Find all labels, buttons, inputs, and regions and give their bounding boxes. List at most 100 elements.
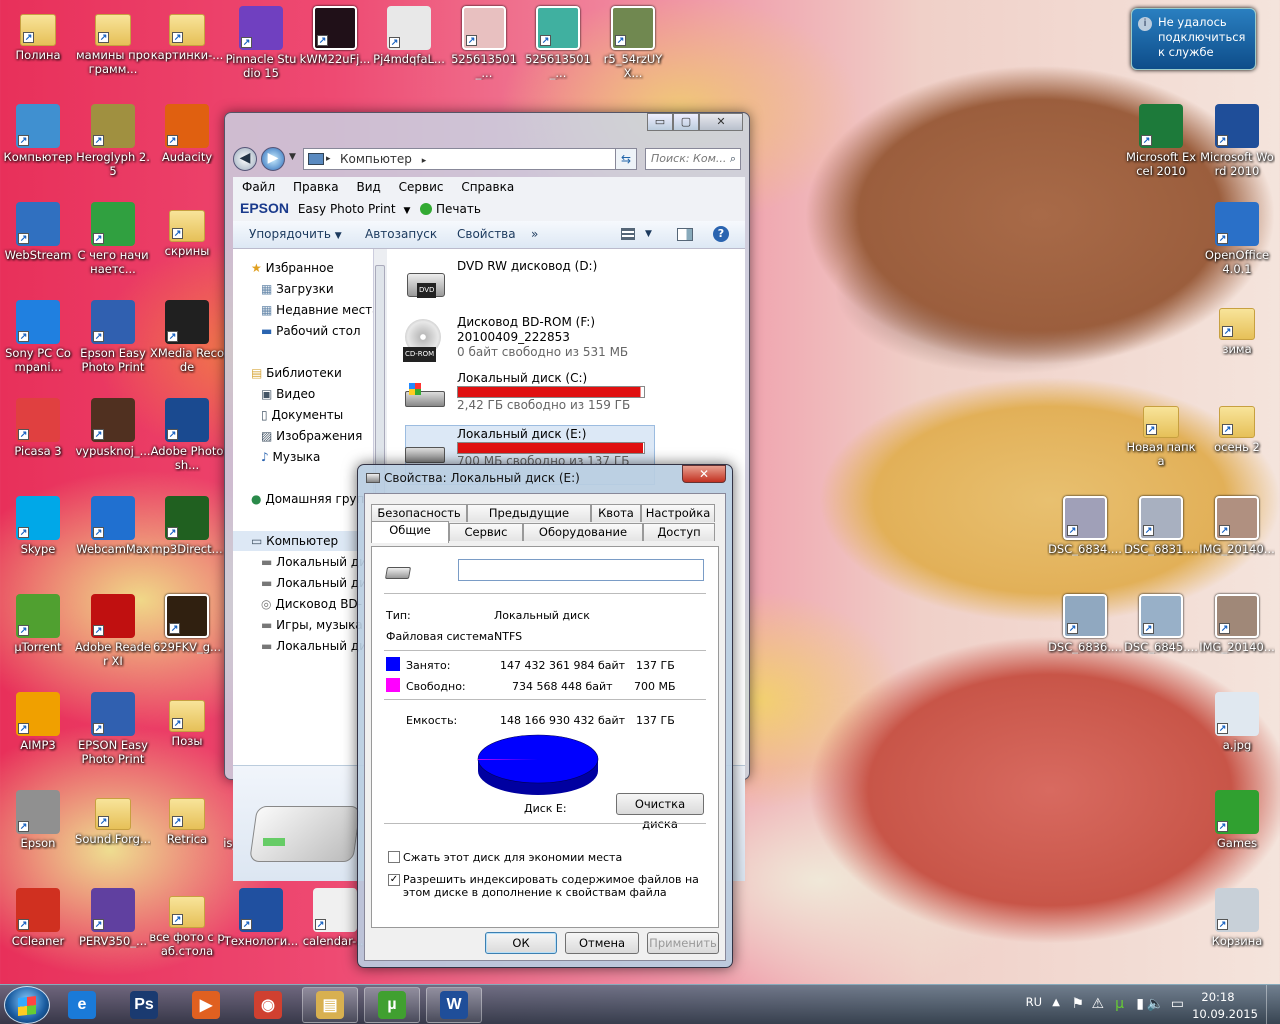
maximize-button[interactable]: ▢ xyxy=(673,113,699,131)
desktop-icon-item[interactable]: ↗ a.jpg xyxy=(1199,692,1275,752)
desktop-icon-item[interactable]: ↗ 525613501_... xyxy=(520,6,596,80)
desktop-icon-item[interactable]: ↗ Adobe Photosh... xyxy=(149,398,225,472)
back-button[interactable]: ◀ xyxy=(233,147,257,171)
breadcrumb-arrow[interactable]: ▸ xyxy=(326,149,331,169)
taskbar-button[interactable]: µ xyxy=(364,987,420,1023)
warning-icon[interactable]: ⚠ xyxy=(1091,996,1104,1012)
desktop-icon-item[interactable]: ↗ r5_54rzUYX... xyxy=(595,6,671,80)
nav-recent[interactable]: ▦ Недавние места xyxy=(261,303,380,317)
desktop-icon-item[interactable]: ↗ мамины программ... xyxy=(75,6,151,76)
epson-dropdown-icon[interactable]: ▼ xyxy=(403,206,410,216)
desktop-icon-item[interactable]: ↗ Позы xyxy=(149,692,225,748)
menu-view[interactable]: Вид xyxy=(356,180,380,194)
close-button[interactable]: ✕ xyxy=(699,113,743,131)
organize-button[interactable]: Упорядочить ▼ xyxy=(249,221,342,249)
desktop-icon-item[interactable]: ↗ kWM22uFj... xyxy=(297,6,373,66)
desktop-icon-item[interactable]: ↗ DSC_6834.... xyxy=(1047,496,1123,556)
dialog-close-button[interactable]: ✕ xyxy=(682,465,726,483)
menu-help[interactable]: Справка xyxy=(461,180,514,194)
taskbar-button[interactable]: ▤ xyxy=(302,987,358,1023)
desktop-icon-item[interactable]: ↗ Audacity xyxy=(149,104,225,164)
index-checkbox[interactable]: ✓ xyxy=(388,874,400,886)
desktop-icon-item[interactable]: ↗ Полина xyxy=(0,6,76,62)
compress-label[interactable]: Сжать этот диск для экономии места xyxy=(403,851,622,864)
menu-tools[interactable]: Сервис xyxy=(399,180,444,194)
nav-computer[interactable]: ▭ Компьютер xyxy=(251,534,338,548)
search-input[interactable]: Поиск: Ком... ⌕ xyxy=(645,148,741,170)
desktop-icon-item[interactable]: ↗ µTorrent xyxy=(0,594,76,654)
desktop-icon-item[interactable]: ↗ WebStream xyxy=(0,202,76,262)
desktop-icon-item[interactable]: ↗ Новая папка xyxy=(1123,398,1199,468)
desktop-icon-item[interactable]: ↗ Heroglyph 2.5 xyxy=(75,104,151,178)
taskbar-button[interactable]: ◉ xyxy=(240,987,296,1023)
taskbar-button[interactable]: ▶ xyxy=(178,987,234,1023)
desktop-icon-item[interactable]: ↗ XMedia Recode xyxy=(149,300,225,374)
show-desktop-button[interactable] xyxy=(1266,985,1280,1024)
tab-hardware[interactable]: Оборудование xyxy=(523,523,643,541)
utorrent-tray-icon[interactable]: µ xyxy=(1115,996,1124,1012)
preview-pane-icon[interactable] xyxy=(677,228,693,241)
tab-previous-versions[interactable]: Предыдущие версии xyxy=(467,504,591,536)
ok-button[interactable]: ОК xyxy=(485,932,557,954)
nav-games-music[interactable]: ▬ Игры, музыка xyxy=(261,618,363,632)
nav-images[interactable]: ▨ Изображения xyxy=(261,429,362,443)
desktop-icon-item[interactable]: ↗ Microsoft Word 2010 xyxy=(1199,104,1275,178)
minimize-button[interactable]: ▭ xyxy=(647,113,673,131)
volume-label-input[interactable] xyxy=(458,559,704,581)
desktop-icon-item[interactable]: ↗ DSC_6831.... xyxy=(1123,496,1199,556)
clock-date[interactable]: 10.09.2015 xyxy=(1190,1007,1260,1021)
desktop-icon-item[interactable]: ↗ Sound.Forg... xyxy=(75,790,151,846)
apply-button[interactable]: Применить xyxy=(647,932,719,954)
desktop-icon-item[interactable]: ↗ DSC_6845.... xyxy=(1123,594,1199,654)
menu-file[interactable]: Файл xyxy=(242,180,275,194)
refresh-button[interactable]: ⇆ xyxy=(615,148,637,170)
desktop-icon-item[interactable]: ↗ DSC_6836.... xyxy=(1047,594,1123,654)
desktop-icon-item[interactable]: ↗ картинки-... xyxy=(149,6,225,62)
desktop-icon-item[interactable]: ↗ Pinnacle Studio 15 xyxy=(223,6,299,80)
tab-general[interactable]: Общие xyxy=(371,521,449,543)
desktop-icon-item[interactable]: ↗ PERV350_... xyxy=(75,888,151,948)
nav-video[interactable]: ▣ Видео xyxy=(261,387,315,401)
desktop-icon-item[interactable]: ↗ все фото с раб.стола xyxy=(149,888,225,958)
easy-photo-print-button[interactable]: Easy Photo Print xyxy=(298,202,396,216)
desktop-icon-item[interactable]: ↗ Epson Easy Photo Print xyxy=(75,300,151,374)
desktop-icon-item[interactable]: ↗ Games xyxy=(1199,790,1275,850)
notification-balloon[interactable]: i Не удалось подключиться к службе xyxy=(1131,8,1256,70)
tab-tools[interactable]: Сервис xyxy=(449,523,523,541)
nav-local-disk-1[interactable]: ▬ Локальный ди xyxy=(261,555,367,569)
desktop-icon-item[interactable]: ↗ Компьютер xyxy=(0,104,76,164)
nav-homegroup[interactable]: ● Домашняя груп xyxy=(251,492,364,506)
desktop-icon-item[interactable]: ↗ OpenOffice 4.0.1 xyxy=(1199,202,1275,276)
nav-downloads[interactable]: ▦ Загрузки xyxy=(261,282,334,296)
volume-icon[interactable]: 🔈 xyxy=(1147,996,1164,1012)
menu-edit[interactable]: Правка xyxy=(293,180,339,194)
desktop-icon-item[interactable]: ↗ С чего начинаетс... xyxy=(75,202,151,276)
desktop-icon-item[interactable]: ↗ осень 2 xyxy=(1199,398,1275,454)
desktop-icon-item[interactable]: ↗ WebcamMax xyxy=(75,496,151,556)
recent-pages-dropdown[interactable]: ▼ xyxy=(289,152,296,162)
desktop-icon-item[interactable]: ↗ Sony PC Compani... xyxy=(0,300,76,374)
view-options-icon[interactable] xyxy=(621,228,635,240)
taskbar-button[interactable]: W xyxy=(426,987,482,1023)
language-indicator[interactable]: RU xyxy=(1026,995,1042,1009)
breadcrumb-computer[interactable]: Компьютер xyxy=(340,152,412,166)
desktop-icon-item[interactable]: ↗ Технологи... xyxy=(223,888,299,948)
nav-documents[interactable]: ▯ Документы xyxy=(261,408,343,422)
tab-sharing[interactable]: Доступ xyxy=(643,523,715,541)
help-icon[interactable]: ? xyxy=(713,226,729,242)
tab-customize[interactable]: Настройка xyxy=(641,504,715,522)
nav-libraries[interactable]: ▤ Библиотеки xyxy=(251,366,342,380)
taskbar-button[interactable]: Ps xyxy=(116,987,172,1023)
battery-icon[interactable]: ▭ xyxy=(1171,996,1184,1012)
taskbar-button[interactable]: e xyxy=(54,987,110,1023)
more-commands-button[interactable]: » xyxy=(531,221,538,247)
desktop-icon-item[interactable]: ↗ Adobe Reader XI xyxy=(75,594,151,668)
desktop-icon-item[interactable]: ↗ IMG_20140... xyxy=(1199,496,1275,556)
tab-security[interactable]: Безопасность xyxy=(371,504,467,522)
disk-cleanup-button[interactable]: Очистка диска xyxy=(616,793,704,831)
nav-bd-drive[interactable]: ◎ Дисковод BD- xyxy=(261,597,362,611)
nav-music[interactable]: ♪ Музыка xyxy=(261,450,320,464)
desktop-icon-item[interactable]: ↗ скрины xyxy=(149,202,225,258)
desktop-icon-item[interactable]: ↗ зима xyxy=(1199,300,1275,356)
show-hidden-icons[interactable]: ▲ xyxy=(1052,997,1060,1008)
